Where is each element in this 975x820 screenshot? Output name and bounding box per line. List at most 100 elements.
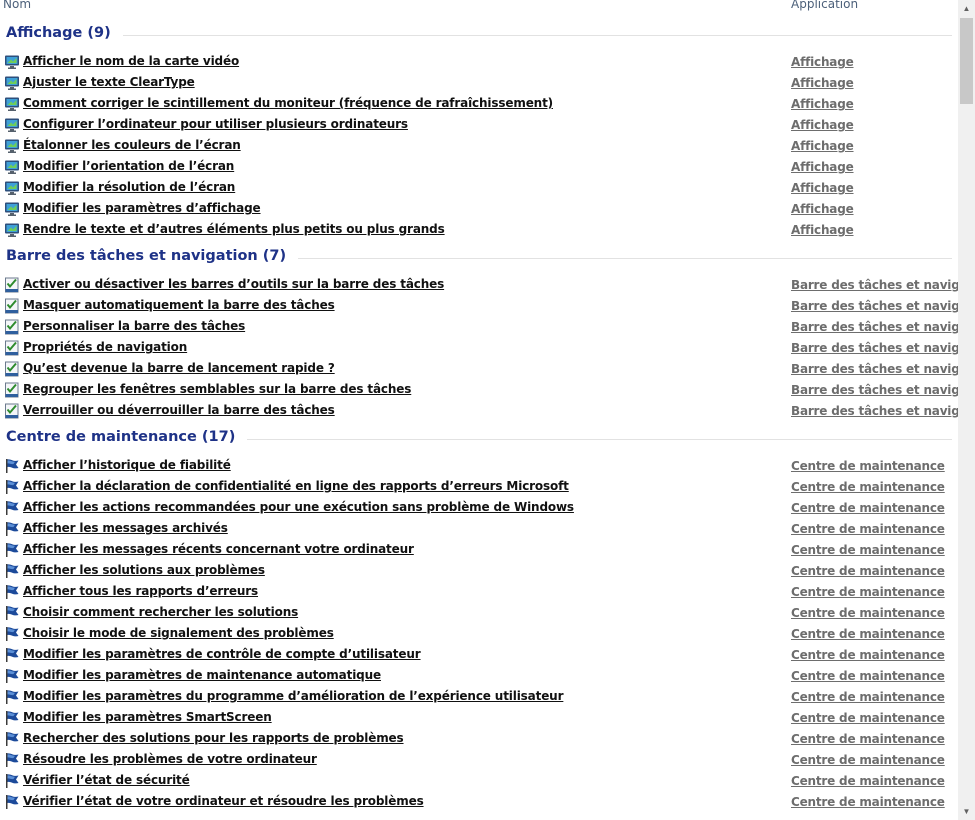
application-link[interactable]: Centre de maintenance: [791, 774, 945, 788]
task-link[interactable]: Modifier les paramètres du programme d’a…: [23, 689, 564, 703]
application-link[interactable]: Centre de maintenance: [791, 522, 945, 536]
task-link[interactable]: Afficher les solutions aux problèmes: [23, 563, 265, 577]
application-link[interactable]: Centre de maintenance: [791, 690, 945, 704]
list-item[interactable]: Afficher les messages archivés Centre de …: [0, 519, 958, 540]
list-item[interactable]: Modifier les paramètres SmartScreen Centr…: [0, 708, 958, 729]
application-link[interactable]: Centre de maintenance: [791, 543, 945, 557]
task-link[interactable]: Choisir le mode de signalement des probl…: [23, 626, 334, 640]
task-link[interactable]: Modifier la résolution de l’écran: [23, 180, 235, 194]
vertical-scrollbar[interactable]: ▲ ▼: [958, 0, 975, 820]
list-item[interactable]: Modifier l’orientation de l’écran Afficha…: [0, 157, 958, 178]
list-item[interactable]: Modifier les paramètres de maintenance a…: [0, 666, 958, 687]
group-title[interactable]: Affichage (9): [6, 25, 121, 41]
task-link[interactable]: Modifier les paramètres de maintenance a…: [23, 668, 381, 682]
list-item[interactable]: Rendre le texte et d’autres éléments plu…: [0, 220, 958, 241]
task-link[interactable]: Masquer automatiquement la barre des tâc…: [23, 298, 335, 312]
application-link[interactable]: Centre de maintenance: [791, 585, 945, 599]
application-link[interactable]: Centre de maintenance: [791, 459, 945, 473]
task-link[interactable]: Choisir comment rechercher les solutions: [23, 605, 298, 619]
task-link[interactable]: Afficher les actions recommandées pour u…: [23, 500, 574, 514]
list-item[interactable]: Activer ou désactiver les barres d’outil…: [0, 275, 958, 296]
task-link[interactable]: Regrouper les fenêtres semblables sur la…: [23, 382, 411, 396]
task-link[interactable]: Vérifier l’état de votre ordinateur et r…: [23, 794, 424, 808]
list-item[interactable]: Résoudre les problèmes de votre ordinate…: [0, 750, 958, 771]
application-link[interactable]: Affichage: [791, 181, 854, 195]
application-link[interactable]: Barre des tâches et navigation: [791, 362, 958, 376]
task-link[interactable]: Afficher l’historique de fiabilité: [23, 458, 231, 472]
column-header-application[interactable]: Application: [791, 0, 858, 11]
application-link[interactable]: Affichage: [791, 223, 854, 237]
list-item[interactable]: Comment corriger le scintillement du mon…: [0, 94, 958, 115]
list-item[interactable]: Vérifier l’état de sécurité Centre de mai…: [0, 771, 958, 792]
group-title[interactable]: Centre de maintenance (17): [6, 429, 246, 445]
application-link[interactable]: Barre des tâches et navigation: [791, 278, 958, 292]
list-item[interactable]: Configurer l’ordinateur pour utiliser pl…: [0, 115, 958, 136]
group-header[interactable]: Centre de maintenance (17): [0, 427, 958, 453]
task-link[interactable]: Modifier l’orientation de l’écran: [23, 159, 234, 173]
list-item[interactable]: Regrouper les fenêtres semblables sur la…: [0, 380, 958, 401]
list-item[interactable]: Modifier les paramètres de contrôle de c…: [0, 645, 958, 666]
application-link[interactable]: Centre de maintenance: [791, 606, 945, 620]
task-link[interactable]: Personnaliser la barre des tâches: [23, 319, 245, 333]
application-link[interactable]: Affichage: [791, 55, 854, 69]
task-link[interactable]: Afficher tous les rapports d’erreurs: [23, 584, 258, 598]
task-link[interactable]: Résoudre les problèmes de votre ordinate…: [23, 752, 317, 766]
application-link[interactable]: Centre de maintenance: [791, 732, 945, 746]
list-item[interactable]: Personnaliser la barre des tâches Barre d…: [0, 317, 958, 338]
application-link[interactable]: Centre de maintenance: [791, 564, 945, 578]
task-link[interactable]: Vérifier l’état de sécurité: [23, 773, 190, 787]
application-link[interactable]: Affichage: [791, 160, 854, 174]
task-link[interactable]: Modifier les paramètres SmartScreen: [23, 710, 272, 724]
task-link[interactable]: Ajuster le texte ClearType: [23, 75, 195, 89]
list-item[interactable]: Propriétés de navigation Barre des tâches…: [0, 338, 958, 359]
application-link[interactable]: Centre de maintenance: [791, 669, 945, 683]
task-link[interactable]: Qu’est devenue la barre de lancement rap…: [23, 361, 335, 375]
task-link[interactable]: Rechercher des solutions pour les rappor…: [23, 731, 404, 745]
task-link[interactable]: Configurer l’ordinateur pour utiliser pl…: [23, 117, 408, 131]
application-link[interactable]: Barre des tâches et navigation: [791, 404, 958, 418]
task-link[interactable]: Afficher les messages récents concernant…: [23, 542, 414, 556]
task-link[interactable]: Étalonner les couleurs de l’écran: [23, 138, 241, 152]
list-item[interactable]: Afficher les messages récents concernant…: [0, 540, 958, 561]
list-item[interactable]: Afficher le nom de la carte vidéo Afficha…: [0, 52, 958, 73]
list-item[interactable]: Vérifier l’état de votre ordinateur et r…: [0, 792, 958, 813]
list-item[interactable]: Afficher la déclaration de confidentiali…: [0, 477, 958, 498]
task-link[interactable]: Modifier les paramètres de contrôle de c…: [23, 647, 421, 661]
list-item[interactable]: Rechercher des solutions pour les rappor…: [0, 729, 958, 750]
application-link[interactable]: Centre de maintenance: [791, 501, 945, 515]
application-link[interactable]: Affichage: [791, 139, 854, 153]
application-link[interactable]: Affichage: [791, 97, 854, 111]
list-item[interactable]: Afficher les actions recommandées pour u…: [0, 498, 958, 519]
application-link[interactable]: Affichage: [791, 76, 854, 90]
application-link[interactable]: Affichage: [791, 202, 854, 216]
application-link[interactable]: Centre de maintenance: [791, 627, 945, 641]
application-link[interactable]: Barre des tâches et navigation: [791, 320, 958, 334]
list-item[interactable]: Choisir comment rechercher les solutions…: [0, 603, 958, 624]
task-link[interactable]: Afficher la déclaration de confidentiali…: [23, 479, 569, 493]
scroll-thumb[interactable]: [960, 18, 973, 104]
list-item[interactable]: Étalonner les couleurs de l’écran Afficha…: [0, 136, 958, 157]
application-link[interactable]: Centre de maintenance: [791, 753, 945, 767]
group-header[interactable]: Affichage (9): [0, 23, 958, 49]
task-link[interactable]: Rendre le texte et d’autres éléments plu…: [23, 222, 445, 236]
list-item[interactable]: Ajuster le texte ClearType Affichage: [0, 73, 958, 94]
column-header-nom[interactable]: Nom: [3, 0, 31, 11]
application-link[interactable]: Centre de maintenance: [791, 648, 945, 662]
list-item[interactable]: Modifier la résolution de l’écran Afficha…: [0, 178, 958, 199]
application-link[interactable]: Centre de maintenance: [791, 711, 945, 725]
task-link[interactable]: Propriétés de navigation: [23, 340, 187, 354]
task-link[interactable]: Afficher les messages archivés: [23, 521, 228, 535]
application-link[interactable]: Centre de maintenance: [791, 480, 945, 494]
task-link[interactable]: Verrouiller ou déverrouiller la barre de…: [23, 403, 335, 417]
list-item[interactable]: Modifier les paramètres d’affichage Affic…: [0, 199, 958, 220]
list-item[interactable]: Choisir le mode de signalement des probl…: [0, 624, 958, 645]
application-link[interactable]: Barre des tâches et navigation: [791, 383, 958, 397]
application-link[interactable]: Centre de maintenance: [791, 795, 945, 809]
scroll-up-arrow-icon[interactable]: ▲: [958, 0, 975, 17]
scroll-down-arrow-icon[interactable]: ▼: [958, 803, 975, 820]
task-link[interactable]: Activer ou désactiver les barres d’outil…: [23, 277, 444, 291]
list-item[interactable]: Masquer automatiquement la barre des tâc…: [0, 296, 958, 317]
list-item[interactable]: Verrouiller ou déverrouiller la barre de…: [0, 401, 958, 422]
list-item[interactable]: Modifier les paramètres du programme d’a…: [0, 687, 958, 708]
application-link[interactable]: Barre des tâches et navigation: [791, 299, 958, 313]
